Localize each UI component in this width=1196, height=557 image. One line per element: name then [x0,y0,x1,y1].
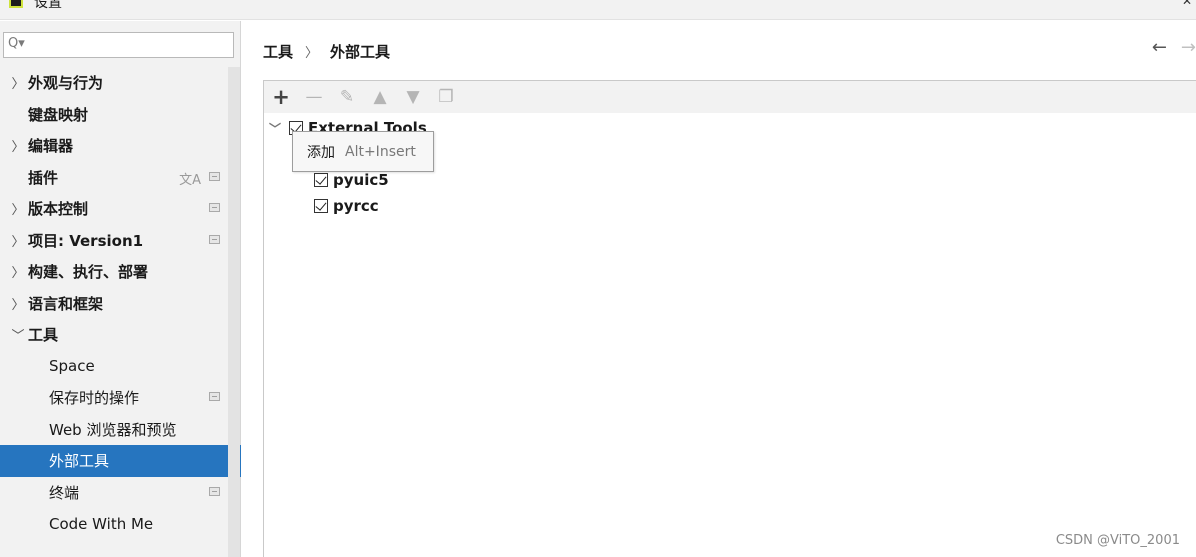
sidebar-item-editor[interactable]: 〉 编辑器 [0,130,228,162]
sidebar-item-web-browsers[interactable]: Web 浏览器和预览 [0,414,228,446]
settings-nav: 〉 外观与行为 键盘映射 〉 编辑器 插件 文A 〉 版本控制 〉 项目: Ve… [0,67,241,540]
edit-pencil-icon[interactable]: ✎ [338,88,356,106]
sidebar-item-label: 终端 [49,483,80,502]
sidebar-item-code-with-me[interactable]: Code With Me [0,508,228,540]
sidebar-item-label: Web 浏览器和预览 [49,420,177,439]
chevron-right-icon: 〉 [11,234,25,250]
sidebar-item-label: Code With Me [49,514,154,533]
back-arrow-icon[interactable]: ← [1152,37,1167,58]
chevron-right-icon: 〉 [11,266,25,282]
chevron-right-icon: 〉 [11,140,25,156]
project-scope-icon [209,392,220,401]
tree-item-row[interactable]: pyrcc [264,193,1196,219]
remove-icon[interactable]: — [305,88,323,106]
sidebar-item-label: 键盘映射 [28,105,89,124]
sidebar-item-label: 外观与行为 [28,74,104,93]
chevron-right-icon: 〉 [11,203,25,219]
sidebar-item-label: Space [49,357,95,376]
app-icon [9,0,23,8]
sidebar-item-project[interactable]: 〉 项目: Version1 [0,225,228,257]
sidebar-item-space[interactable]: Space [0,351,228,383]
tool-checkbox[interactable] [314,173,328,187]
copy-icon[interactable]: ❐ [437,88,455,106]
sidebar-item-label: 工具 [28,326,59,345]
sidebar-item-keymap[interactable]: 键盘映射 [0,99,228,131]
project-scope-icon [209,203,220,212]
sidebar-item-label: 外部工具 [49,452,110,471]
sidebar-item-label: 版本控制 [28,200,89,219]
settings-sidebar: Q▾ 〉 外观与行为 键盘映射 〉 编辑器 插件 文A 〉 版本控制 〉 项目:… [0,21,241,557]
chevron-right-icon: 〉 [11,297,25,313]
sidebar-item-languages[interactable]: 〉 语言和框架 [0,288,228,320]
move-up-icon[interactable]: ▲ [371,88,389,106]
tree-item-label: pyrcc [333,197,379,215]
sidebar-scrollbar[interactable] [228,67,240,557]
project-scope-icon [209,486,220,496]
project-scope-icon [209,234,220,244]
sidebar-item-version-control[interactable]: 〉 版本控制 [0,193,228,225]
add-tooltip: 添加 Alt+Insert [292,131,434,172]
sidebar-item-appearance[interactable]: 〉 外观与行为 [0,67,228,99]
sidebar-item-label: 插件 [28,168,59,187]
breadcrumb-parent[interactable]: 工具 [263,41,293,62]
sidebar-item-actions-on-save[interactable]: 保存时的操作 [0,382,228,414]
chevron-right-icon: 〉 [11,77,25,93]
title-bar: 设置 ✕ [0,0,1196,20]
move-down-icon[interactable]: ▼ [404,88,422,106]
sidebar-item-tools[interactable]: ﹀ 工具 [0,319,228,351]
sidebar-item-label: 构建、执行、部署 [28,263,149,282]
chevron-right-icon: 〉 [305,46,319,61]
translate-icon: 文A [179,172,201,188]
tooltip-shortcut: Alt+Insert [345,143,416,160]
tooltip-label: 添加 [307,144,335,161]
settings-content: 工具 〉 外部工具 ← → + — ✎ ▲ ▼ ❐ ﹀ External Too… [242,21,1196,557]
sidebar-item-external-tools[interactable]: 外部工具 [0,445,241,477]
close-icon[interactable]: ✕ [1182,0,1192,8]
tree-toolbar: + — ✎ ▲ ▼ ❐ [264,81,1196,113]
search-icon: Q▾ [8,36,25,51]
watermark: CSDN @ViTO_2001 [1055,533,1180,548]
forward-arrow-icon[interactable]: → [1181,37,1196,58]
tree-item-label: pyuic5 [333,171,389,189]
sidebar-item-label: 保存时的操作 [49,389,140,408]
breadcrumb-current: 外部工具 [330,43,391,61]
breadcrumb: 工具 〉 外部工具 [263,41,390,62]
search-input[interactable]: Q▾ [3,32,234,58]
add-icon[interactable]: + [272,86,290,108]
tool-checkbox[interactable] [314,199,328,213]
sidebar-item-terminal[interactable]: 终端 [0,477,228,509]
sidebar-item-label: 编辑器 [28,137,74,156]
sidebar-item-build[interactable]: 〉 构建、执行、部署 [0,256,228,288]
sidebar-item-label: 项目: Version1 [28,231,144,250]
window-title: 设置 [34,0,62,11]
project-scope-icon [209,171,220,181]
sidebar-item-label: 语言和框架 [28,294,104,313]
sidebar-item-plugins[interactable]: 插件 文A [0,162,228,194]
chevron-down-icon: ﹀ [11,329,25,345]
chevron-down-icon[interactable]: ﹀ [269,120,281,137]
history-navigation: ← → [1152,37,1196,58]
